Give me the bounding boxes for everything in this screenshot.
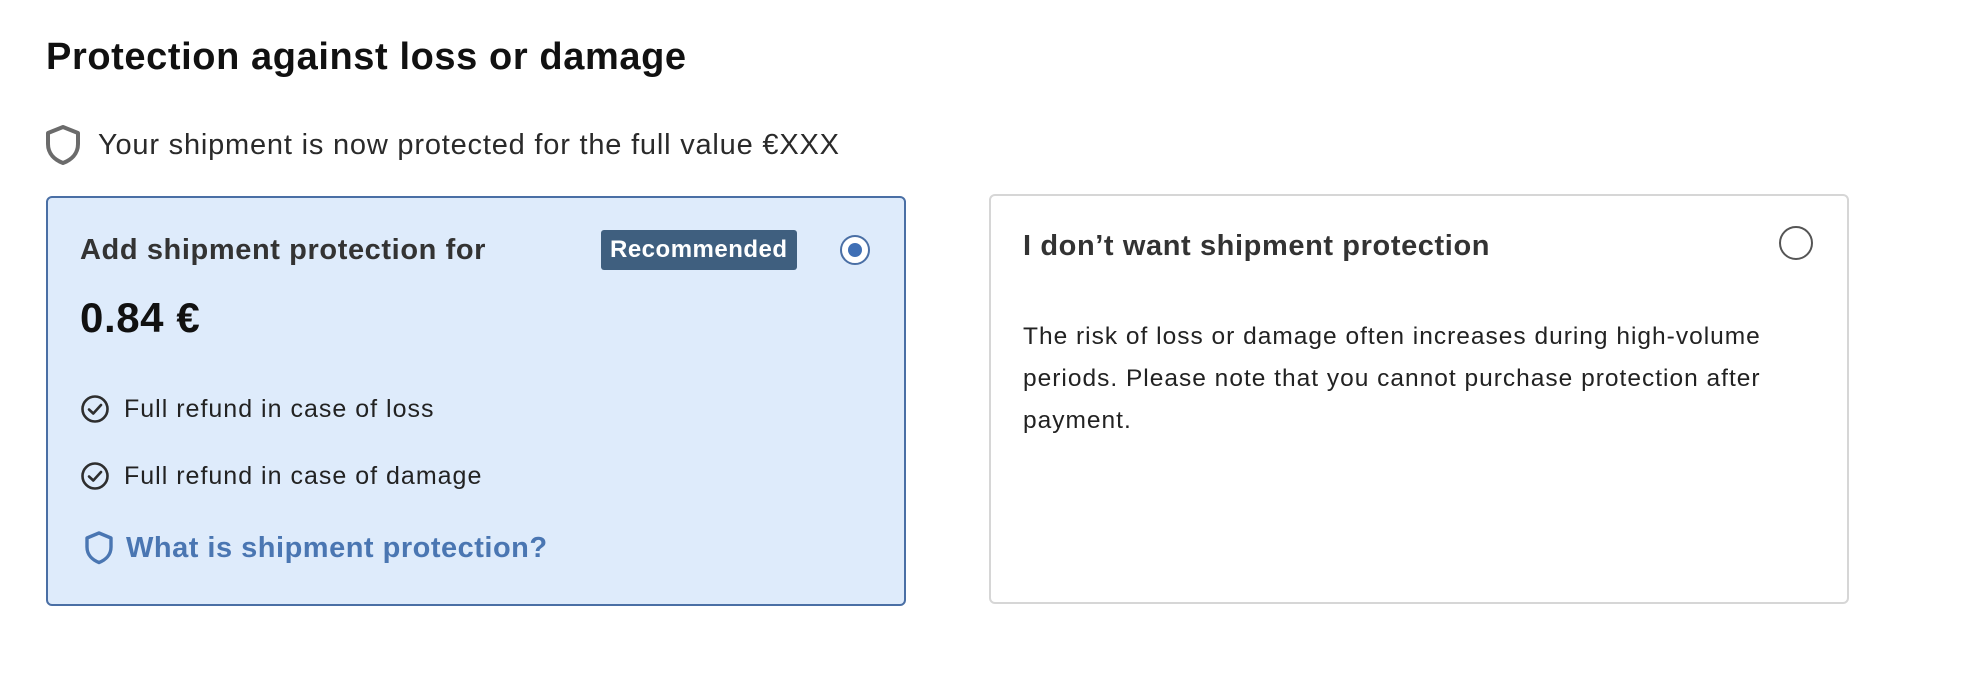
protection-status-text: Your shipment is now protected for the f… [98,128,840,161]
feature-item: Full refund in case of loss [80,394,434,424]
protection-radio[interactable] [840,235,870,265]
no-protection-option-heading: I don’t want shipment protection [1023,230,1491,262]
feature-text: Full refund in case of damage [124,461,483,490]
check-circle-icon [80,394,110,424]
protection-option-heading: Add shipment protection for [80,234,487,266]
shield-icon [84,531,114,565]
protection-option-card[interactable]: Add shipment protection for Recommended … [46,196,906,606]
feature-text: Full refund in case of loss [124,394,435,423]
no-protection-radio[interactable] [1779,226,1813,260]
recommended-badge: Recommended [601,230,797,270]
what-is-protection-link-text: What is shipment protection? [126,531,548,564]
no-protection-description: The risk of loss or damage often increas… [1023,323,1761,434]
no-protection-option-card[interactable]: I don’t want shipment protection The ris… [989,194,1849,604]
page-title: Protection against loss or damage [46,36,687,78]
protection-price: 0.84 € [80,294,201,341]
what-is-protection-link[interactable]: What is shipment protection? [84,531,548,565]
protection-status: Your shipment is now protected for the f… [44,124,840,166]
shield-icon [44,124,82,166]
check-circle-icon [80,461,110,491]
feature-item: Full refund in case of damage [80,461,482,491]
